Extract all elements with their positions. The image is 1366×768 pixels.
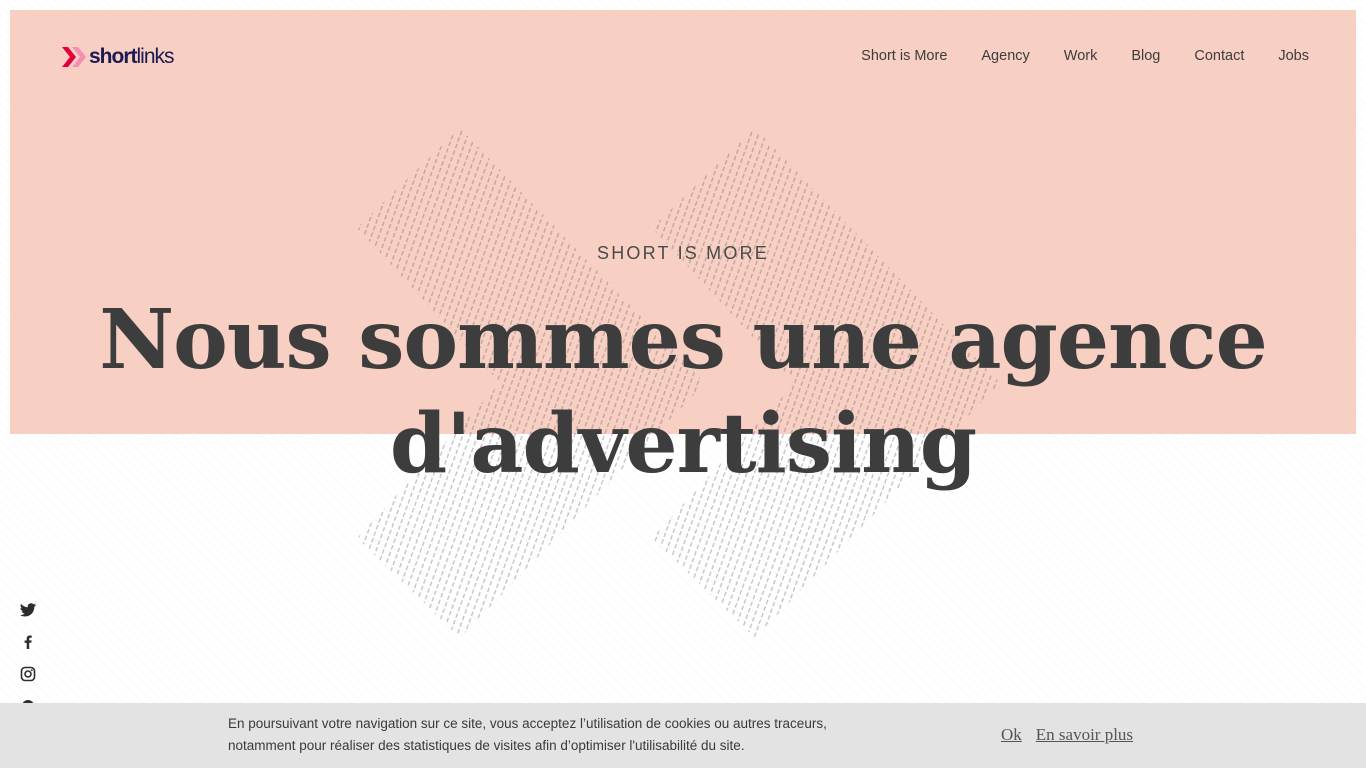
logo-text-light: links [136,45,175,68]
cookie-message: En poursuivant votre navigation sur ce s… [228,713,928,757]
site-logo[interactable]: shortlinks [61,43,175,71]
cookie-learn-more-link[interactable]: En savoir plus [1036,725,1133,745]
nav-item-blog[interactable]: Blog [1131,46,1160,66]
nav-item-work[interactable]: Work [1064,46,1098,66]
facebook-icon [24,635,32,649]
nav-item-jobs[interactable]: Jobs [1278,46,1309,66]
hero-headline-line2: d'advertising [389,396,977,492]
nav-item-agency[interactable]: Agency [981,46,1029,66]
cookie-message-line2: notamment pour réaliser des statistiques… [228,738,745,753]
hero-headline-line1: Nous sommes une agence [99,292,1268,388]
twitter-icon [20,603,36,617]
facebook-link[interactable] [18,632,38,652]
twitter-link[interactable] [18,600,38,620]
cookie-message-line1: En poursuivant votre navigation sur ce s… [228,716,827,731]
double-chevron-logo-icon [62,47,86,67]
hero-headline: Nous sommes une agence d'advertising [0,288,1366,496]
nav-item-short-is-more[interactable]: Short is More [861,46,947,66]
hero-eyebrow: SHORT IS MORE [597,243,769,263]
main-nav: Short is More Agency Work Blog Contact J… [861,46,1309,66]
cookie-ok-button[interactable]: Ok [1001,725,1022,745]
instagram-link[interactable] [18,664,38,684]
nav-item-contact[interactable]: Contact [1194,46,1244,66]
instagram-icon [20,666,36,682]
logo-text-bold: short [89,45,137,68]
cookie-actions: Ok En savoir plus [1001,725,1133,745]
logo-text: shortlinks [89,45,175,69]
cookie-banner: En poursuivant votre navigation sur ce s… [0,703,1366,768]
